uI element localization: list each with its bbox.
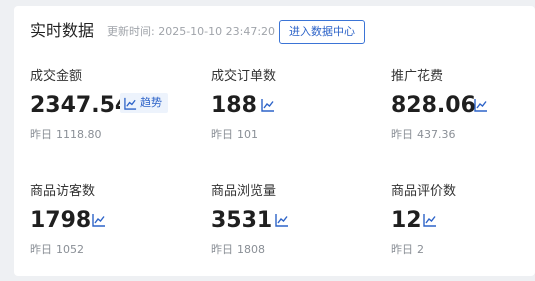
metric-card-reviews: 商品评价数 12 昨日 2 <box>391 183 535 273</box>
metric-value: 3531 <box>211 208 273 233</box>
metric-card-orders: 成交订单数 188 昨日 101 <box>211 68 381 158</box>
metric-label: 成交订单数 <box>211 69 277 84</box>
previous-label: 昨日 <box>30 243 52 256</box>
previous-label: 昨日 <box>211 128 233 141</box>
metric-value: 1798 <box>30 208 92 233</box>
metric-value: 828.06 <box>391 93 476 118</box>
trend-line-icon[interactable] <box>261 98 275 112</box>
metric-label: 商品访客数 <box>30 184 96 199</box>
metric-previous: 昨日 437.36 <box>391 128 456 142</box>
trend-line-icon <box>124 97 137 110</box>
metric-label: 商品浏览量 <box>211 184 277 199</box>
update-time-value: 2025-10-10 23:47:20 <box>158 25 276 38</box>
metric-label: 推广花费 <box>391 69 444 84</box>
previous-value: 101 <box>237 128 258 141</box>
panel-header: 实时数据 更新时间: 2025-10-10 23:47:20 进入数据中心 <box>14 6 535 58</box>
metric-card-gmv: 成交金额 2347.54 趋势 昨日 1118.80 <box>30 68 200 158</box>
previous-value: 1052 <box>56 243 84 256</box>
metric-previous: 昨日 1118.80 <box>30 128 102 142</box>
previous-value: 1118.80 <box>56 128 102 141</box>
previous-value: 2 <box>417 243 424 256</box>
trend-button-label: 趋势 <box>140 96 162 109</box>
metric-previous: 昨日 101 <box>211 128 258 142</box>
previous-label: 昨日 <box>391 243 413 256</box>
previous-label: 昨日 <box>391 128 413 141</box>
metric-previous: 昨日 2 <box>391 243 424 257</box>
metric-card-pageviews: 商品浏览量 3531 昨日 1808 <box>211 183 381 273</box>
realtime-data-panel: 实时数据 更新时间: 2025-10-10 23:47:20 进入数据中心 成交… <box>14 6 535 276</box>
metric-card-ad-spend: 推广花费 828.06 昨日 437.36 <box>391 68 535 158</box>
trend-line-icon[interactable] <box>474 98 488 112</box>
trend-button[interactable]: 趋势 <box>120 93 168 113</box>
metric-value: 12 <box>391 208 422 233</box>
metric-value: 2347.54 <box>30 93 131 118</box>
update-time: 更新时间: 2025-10-10 23:47:20 <box>107 25 275 39</box>
metric-label: 商品评价数 <box>391 184 457 199</box>
metric-label: 成交金额 <box>30 69 83 84</box>
previous-label: 昨日 <box>30 128 52 141</box>
update-time-label: 更新时间: <box>107 25 155 38</box>
metric-previous: 昨日 1808 <box>211 243 265 257</box>
panel-title: 实时数据 <box>30 21 95 40</box>
trend-line-icon[interactable] <box>423 213 437 227</box>
previous-value: 1808 <box>237 243 265 256</box>
previous-value: 437.36 <box>417 128 456 141</box>
metric-previous: 昨日 1052 <box>30 243 84 257</box>
trend-line-icon[interactable] <box>92 213 106 227</box>
previous-label: 昨日 <box>211 243 233 256</box>
metric-card-visitors: 商品访客数 1798 昨日 1052 <box>30 183 200 273</box>
metric-value: 188 <box>211 93 257 118</box>
trend-line-icon[interactable] <box>275 213 289 227</box>
enter-data-center-button[interactable]: 进入数据中心 <box>279 20 365 44</box>
